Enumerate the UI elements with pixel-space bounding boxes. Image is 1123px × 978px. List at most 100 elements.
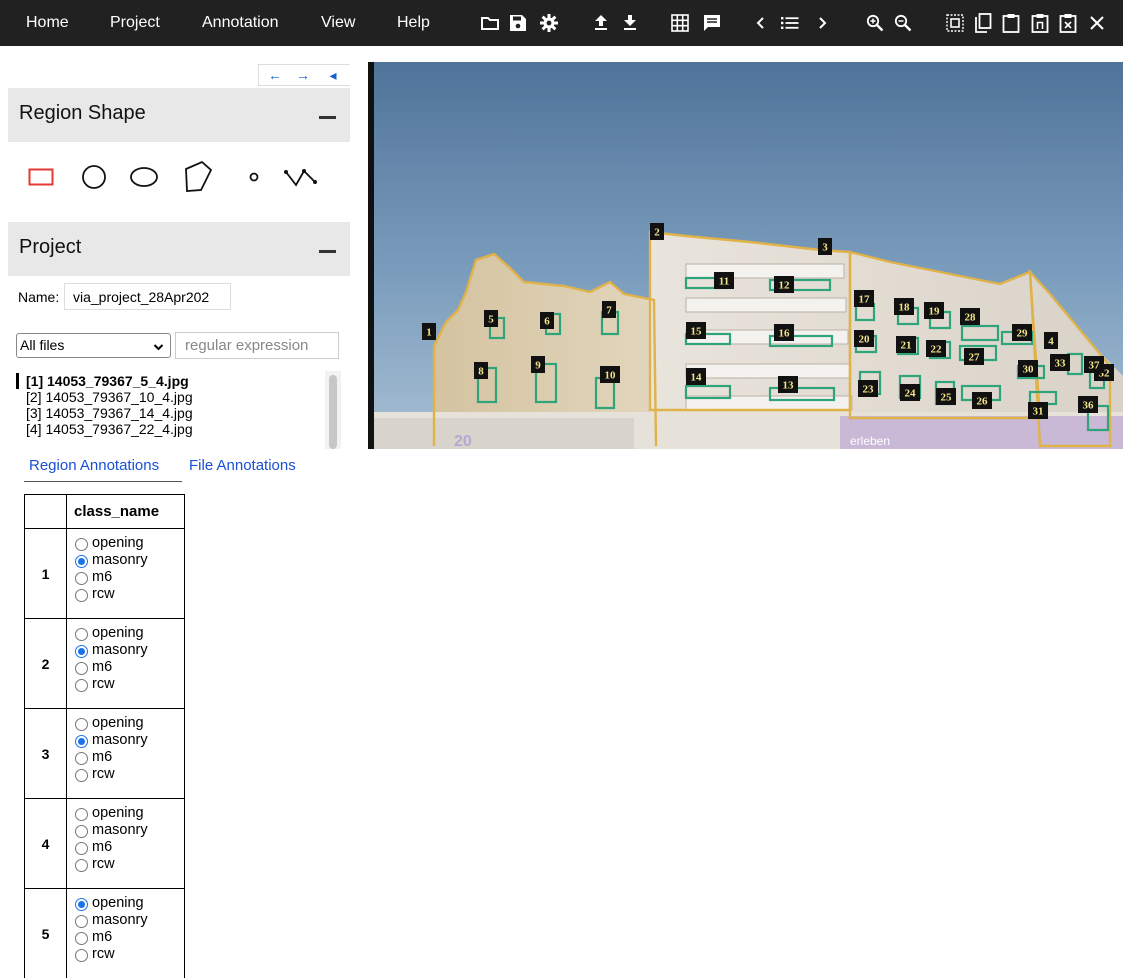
class-option[interactable]: masonry	[75, 642, 184, 659]
download-icon[interactable]	[617, 0, 643, 46]
region-label: 15	[691, 326, 703, 338]
class-option[interactable]: m6	[75, 839, 184, 856]
class-option[interactable]: masonry	[75, 822, 184, 839]
region-label: 4	[1048, 336, 1054, 348]
file-filter-select[interactable]: All files	[16, 333, 171, 358]
radio-button[interactable]	[75, 859, 88, 872]
radio-button[interactable]	[75, 808, 88, 821]
radio-button[interactable]	[75, 538, 88, 551]
class-option[interactable]: rcw	[75, 946, 184, 963]
region-annotation-table: class_name 1 opening masonry m6 rcw 2 opening m…	[24, 494, 185, 978]
radio-button[interactable]	[75, 949, 88, 962]
circle-shape-icon[interactable]	[76, 159, 112, 195]
class-option[interactable]: m6	[75, 929, 184, 946]
menu-annotation[interactable]: Annotation	[202, 0, 279, 46]
project-title: Project	[19, 236, 82, 258]
class-option[interactable]: rcw	[75, 676, 184, 693]
menu-project[interactable]: Project	[110, 0, 160, 46]
radio-button[interactable]	[75, 842, 88, 855]
polyline-shape-icon[interactable]	[283, 159, 319, 195]
file-item[interactable]: [1] 14053_79367_5_4.jpg	[26, 373, 189, 389]
zoom-out-icon[interactable]	[890, 0, 916, 46]
project-name-label: Name:	[18, 289, 60, 305]
menu-home[interactable]: Home	[26, 0, 69, 46]
radio-button[interactable]	[75, 932, 88, 945]
radio-button[interactable]	[75, 555, 88, 568]
chevron-down-icon	[153, 338, 164, 361]
project-name-input[interactable]	[64, 283, 231, 310]
annotated-image[interactable]: erleben 20 12345 678 91011 12131415 1617…	[350, 46, 1123, 449]
class-option[interactable]: opening	[75, 895, 184, 912]
chevron-right-icon[interactable]	[809, 0, 835, 46]
paste-delete-icon[interactable]	[1055, 0, 1081, 46]
upload-icon[interactable]	[588, 0, 614, 46]
tab-file-annotations[interactable]: File Annotations	[189, 457, 296, 474]
radio-button[interactable]	[75, 628, 88, 641]
radio-button[interactable]	[75, 662, 88, 675]
class-option[interactable]: m6	[75, 749, 184, 766]
class-option[interactable]: m6	[75, 659, 184, 676]
paste-n-icon[interactable]	[1027, 0, 1053, 46]
radio-button[interactable]	[75, 679, 88, 692]
list-icon[interactable]	[777, 0, 803, 46]
file-item[interactable]: [4] 14053_79367_22_4.jpg	[26, 421, 193, 437]
class-option-label: m6	[92, 839, 113, 855]
file-item[interactable]: [2] 14053_79367_10_4.jpg	[26, 389, 193, 405]
grid-icon[interactable]	[667, 0, 693, 46]
class-option[interactable]: opening	[75, 535, 184, 552]
class-option[interactable]: masonry	[75, 552, 184, 569]
radio-button[interactable]	[75, 752, 88, 765]
select-all-icon[interactable]	[942, 0, 968, 46]
radio-button[interactable]	[75, 735, 88, 748]
ellipse-shape-icon[interactable]	[126, 159, 162, 195]
chevron-left-icon[interactable]	[748, 0, 774, 46]
file-list-scroll-thumb[interactable]	[329, 375, 337, 449]
arrow-right-icon[interactable]: →	[291, 65, 315, 87]
comment-icon[interactable]	[699, 0, 725, 46]
class-option[interactable]: opening	[75, 805, 184, 822]
radio-button[interactable]	[75, 589, 88, 602]
copy-icon[interactable]	[970, 0, 996, 46]
arrow-left-icon[interactable]: ←	[263, 65, 287, 87]
class-option[interactable]: opening	[75, 715, 184, 732]
menu-help[interactable]: Help	[397, 0, 430, 46]
menu-view[interactable]: View	[321, 0, 355, 46]
folder-icon[interactable]	[477, 0, 503, 46]
close-icon[interactable]	[1084, 0, 1110, 46]
radio-button[interactable]	[75, 645, 88, 658]
collapse-sidebar-icon[interactable]: ◂	[321, 65, 345, 87]
collapse-project-icon[interactable]	[319, 250, 336, 253]
class-option[interactable]: masonry	[75, 732, 184, 749]
image-canvas[interactable]: erleben 20 1 2 3 4 5 6 7 8 9 10 11 12 13…	[350, 46, 1123, 449]
class-option[interactable]: rcw	[75, 766, 184, 783]
class-option[interactable]: rcw	[75, 586, 184, 603]
radio-button[interactable]	[75, 718, 88, 731]
polygon-shape-icon[interactable]	[180, 159, 216, 195]
zoom-in-icon[interactable]	[862, 0, 888, 46]
collapse-region-shape-icon[interactable]	[319, 116, 336, 119]
settings-icon[interactable]	[536, 0, 562, 46]
file-filter-value: All files	[20, 337, 65, 353]
radio-button[interactable]	[75, 769, 88, 782]
class-option[interactable]: rcw	[75, 856, 184, 873]
rectangle-shape-icon[interactable]	[23, 159, 59, 195]
class-option[interactable]: masonry	[75, 912, 184, 929]
radio-button[interactable]	[75, 825, 88, 838]
project-header[interactable]: Project	[8, 222, 350, 276]
sign-number: 20	[454, 433, 472, 449]
class-option[interactable]: m6	[75, 569, 184, 586]
top-menu-bar: Home Project Annotation View Help	[0, 0, 1123, 46]
paste-icon[interactable]	[998, 0, 1024, 46]
point-shape-icon[interactable]	[236, 159, 272, 195]
tab-region-annotations[interactable]: Region Annotations	[29, 457, 159, 474]
regex-filter-input[interactable]: regular expression	[175, 332, 339, 359]
file-item[interactable]: [3] 14053_79367_14_4.jpg	[26, 405, 193, 421]
radio-button[interactable]	[75, 915, 88, 928]
radio-button[interactable]	[75, 898, 88, 911]
radio-button[interactable]	[75, 572, 88, 585]
region-label: 3	[822, 242, 828, 254]
region-id-cell: 5	[24, 888, 67, 978]
class-option[interactable]: opening	[75, 625, 184, 642]
save-icon[interactable]	[505, 0, 531, 46]
region-shape-header[interactable]: Region Shape	[8, 88, 350, 142]
